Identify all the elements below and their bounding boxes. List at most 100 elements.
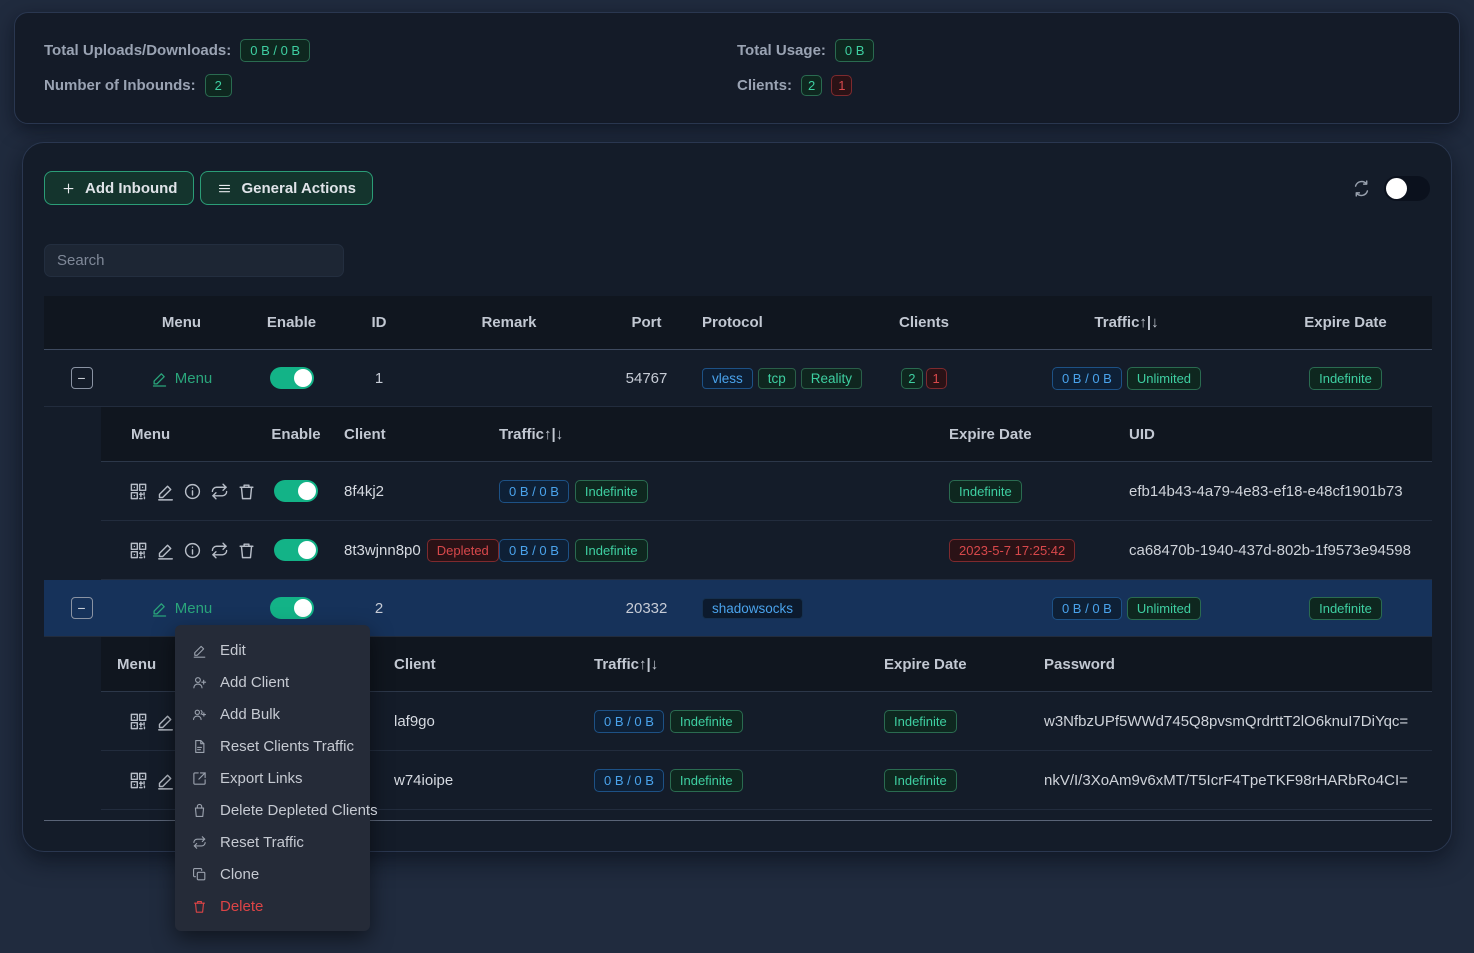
- client-name: laf9go: [394, 713, 435, 730]
- header-expire-date: Expire Date: [941, 426, 1121, 443]
- menu-item-reset-clients-traffic[interactable]: Reset Clients Traffic: [175, 730, 370, 762]
- info-icon[interactable]: [183, 540, 202, 561]
- client-expire-badge: Indefinite: [949, 480, 1022, 503]
- header-traffic-sort[interactable]: Traffic↑|↓: [994, 314, 1259, 331]
- stats-card: Total Uploads/Downloads: 0 B / 0 B Numbe…: [14, 12, 1460, 124]
- protocol-tag: shadowsocks: [702, 598, 803, 619]
- header-client: Client: [386, 656, 586, 673]
- stat-uploads-downloads: Total Uploads/Downloads: 0 B / 0 B: [44, 35, 737, 66]
- general-actions-button[interactable]: General Actions: [200, 171, 372, 205]
- header-expire-date: Expire Date: [876, 656, 1036, 673]
- header-password: Password: [1036, 656, 1432, 673]
- client-password: w3NfbzUPf5WWd745Q8pvsmQrdrttT2lO6knuI7Di…: [1044, 713, 1408, 730]
- dark-mode-toggle[interactable]: [1384, 176, 1430, 201]
- qrcode-icon[interactable]: [129, 711, 148, 732]
- collapse-row-button[interactable]: −: [71, 367, 93, 389]
- edit-client-icon[interactable]: [156, 540, 175, 561]
- clients-depleted-badge: 1: [926, 368, 947, 389]
- menu-item-add-bulk[interactable]: Add Bulk: [175, 698, 370, 730]
- client-traffic-limit-badge: Indefinite: [670, 710, 743, 733]
- client-traffic-badge: 0 B / 0 B: [594, 710, 664, 733]
- delete-client-icon[interactable]: [237, 481, 256, 502]
- inbound-enable-toggle[interactable]: [270, 367, 314, 389]
- add-inbound-button[interactable]: Add Inbound: [44, 171, 194, 205]
- inbound-menu-link[interactable]: Menu: [151, 370, 213, 387]
- client-row: 8t3wjnn8p0 Depleted 0 B / 0 B Indefinite…: [101, 521, 1432, 580]
- inbound-port: 54767: [599, 370, 694, 387]
- edit-client-icon[interactable]: [156, 770, 175, 791]
- menu-item-delete[interactable]: Delete: [175, 890, 370, 922]
- total-usage-value: 0 B: [835, 39, 875, 62]
- header-enable: Enable: [244, 314, 339, 331]
- client-uid: ca68470b-1940-437d-802b-1f9573e94598: [1129, 542, 1411, 559]
- menu-item-add-client[interactable]: Add Client: [175, 666, 370, 698]
- inbound-enable-toggle[interactable]: [270, 597, 314, 619]
- menu-item-reset-traffic[interactable]: Reset Traffic: [175, 826, 370, 858]
- general-actions-label: General Actions: [241, 180, 355, 197]
- collapse-row-button[interactable]: −: [71, 597, 93, 619]
- edit-client-icon[interactable]: [156, 481, 175, 502]
- inbound-id: 1: [339, 370, 419, 387]
- client-name: 8t3wjnn8p0: [344, 542, 421, 559]
- toggle-knob: [294, 369, 312, 387]
- client-traffic-badge: 0 B / 0 B: [594, 769, 664, 792]
- traffic-badge: 0 B / 0 B: [1052, 367, 1122, 390]
- client-traffic-badge: 0 B / 0 B: [499, 480, 569, 503]
- header-clients: Clients: [854, 314, 994, 331]
- toggle-knob: [298, 482, 316, 500]
- edit-pencil-icon: [151, 600, 168, 617]
- traffic-limit-badge: Unlimited: [1127, 367, 1201, 390]
- header-traffic-sort[interactable]: Traffic↑|↓: [491, 426, 941, 443]
- file-sync-icon: [192, 739, 207, 754]
- client-enable-toggle[interactable]: [274, 480, 318, 502]
- copy-icon: [192, 867, 207, 882]
- rest-icon: [192, 803, 207, 818]
- header-traffic-sort[interactable]: Traffic↑|↓: [586, 656, 876, 673]
- header-menu: Menu: [101, 426, 256, 443]
- client-expire-badge: Indefinite: [884, 769, 957, 792]
- export-icon: [192, 771, 207, 786]
- inbound-menu-link[interactable]: Menu: [151, 600, 213, 617]
- menu-item-export-links[interactable]: Export Links: [175, 762, 370, 794]
- header-id: ID: [339, 314, 419, 331]
- qrcode-icon[interactable]: [129, 540, 148, 561]
- reset-traffic-icon[interactable]: [210, 540, 229, 561]
- refresh-button[interactable]: [1352, 179, 1371, 198]
- client-uid: efb14b43-4a79-4e83-ef18-e48cf1901b73: [1129, 483, 1403, 500]
- toggle-knob: [294, 599, 312, 617]
- stats-right-column: Total Usage: 0 B Clients: 2 1: [737, 35, 1430, 101]
- reset-traffic-icon[interactable]: [210, 481, 229, 502]
- qrcode-icon[interactable]: [129, 770, 148, 791]
- toolbar: Add Inbound General Actions: [44, 171, 1430, 205]
- uploads-downloads-label: Total Uploads/Downloads:: [44, 42, 231, 59]
- security-tag: Reality: [801, 368, 862, 389]
- client-name: w74ioipe: [394, 772, 453, 789]
- client-enable-toggle[interactable]: [274, 539, 318, 561]
- refresh-icon: [1352, 179, 1371, 198]
- traffic-badge: 0 B / 0 B: [1052, 597, 1122, 620]
- search-input[interactable]: [44, 244, 344, 277]
- info-icon[interactable]: [183, 481, 202, 502]
- delete-client-icon[interactable]: [237, 540, 256, 561]
- header-enable: Enable: [256, 426, 336, 443]
- menu-item-delete-depleted-clients[interactable]: Delete Depleted Clients: [175, 794, 370, 826]
- inbounds-count-value: 2: [205, 74, 232, 97]
- protocol-tag: vless: [702, 368, 753, 389]
- stat-clients: Clients: 2 1: [737, 70, 1430, 101]
- client-expire-badge: 2023-5-7 17:25:42: [949, 539, 1075, 562]
- menu-item-clone[interactable]: Clone: [175, 858, 370, 890]
- qrcode-icon[interactable]: [129, 481, 148, 502]
- client-row: 8f4kj2 0 B / 0 B Indefinite Indefinite e…: [101, 462, 1432, 521]
- edit-client-icon[interactable]: [156, 711, 175, 732]
- trash-icon: [192, 899, 207, 914]
- transport-tag: tcp: [758, 368, 796, 389]
- traffic-limit-badge: Unlimited: [1127, 597, 1201, 620]
- uploads-downloads-value: 0 B / 0 B: [240, 39, 310, 62]
- toggle-knob: [1386, 178, 1407, 199]
- clients-active-count: 2: [801, 75, 822, 96]
- edit-pencil-icon: [151, 370, 168, 387]
- depleted-badge: Depleted: [427, 539, 499, 562]
- client-traffic-limit-badge: Indefinite: [670, 769, 743, 792]
- menu-item-edit[interactable]: Edit: [175, 634, 370, 666]
- vless-clients-header: Menu Enable Client Traffic↑|↓ Expire Dat…: [101, 407, 1432, 462]
